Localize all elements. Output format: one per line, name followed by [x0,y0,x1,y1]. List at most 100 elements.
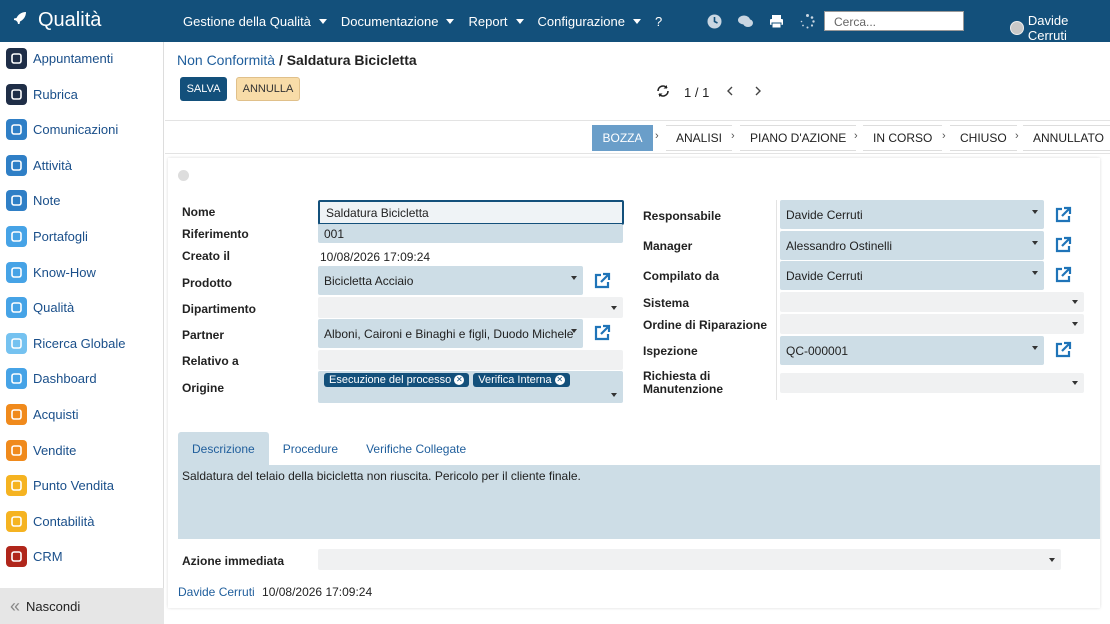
priority-dot[interactable] [178,170,189,181]
rocket-icon [12,9,28,32]
external-link-icon[interactable] [1053,205,1073,225]
refresh-icon[interactable] [656,84,670,101]
tab-procedure[interactable]: Procedure [269,432,352,465]
stage-in-corso[interactable]: IN CORSO [863,125,943,151]
sidebar-item-ricerca-globale[interactable]: Ricerca Globale [6,332,126,354]
chevron-down-icon [446,19,455,24]
menu-gestione-qualita[interactable]: Gestione della Qualità [183,14,327,29]
cancel-button[interactable]: ANNULLA [236,77,300,101]
label-creato: Creato il [182,249,231,263]
sidebar-item-label: Comunicazioni [33,122,119,138]
sidebar-item-dashboard[interactable]: Dashboard [6,368,97,390]
sidebar-item-label: Punto Vendita [33,478,114,494]
tab-descrizione[interactable]: Descrizione [178,432,269,465]
richiesta-select[interactable] [780,373,1084,393]
label-ordine: Ordine di Riparazione [643,318,768,332]
external-link-icon[interactable] [592,323,612,343]
save-button[interactable]: SALVA [180,77,227,101]
close-icon[interactable]: ✕ [454,375,465,385]
ispezione-select[interactable]: QC-000001 [780,336,1044,365]
external-link-icon[interactable] [1053,265,1073,285]
stage-bozza[interactable]: BOZZA [592,125,653,151]
app-brand[interactable]: Qualità [12,9,101,32]
chevron-left-icon[interactable] [723,84,737,101]
sidebar-item-punto-vendita[interactable]: Punto Vendita [6,475,114,497]
user-name: Davide Cerruti [1027,13,1069,43]
sidebar-item-comunicazioni[interactable]: Comunicazioni [6,119,119,141]
sidebar-item-portafogli[interactable]: Portafogli [6,226,88,247]
tab-verifiche-collegate[interactable]: Verifiche Collegate [352,432,480,465]
sidebar-item-vendite[interactable]: Vendite [6,439,76,461]
menu-help[interactable]: ? [655,14,662,29]
sidebar-item-appuntamenti[interactable]: Appuntamenti [6,48,113,69]
stage-annullato[interactable]: ANNULLATO [1023,125,1110,151]
stage-piano-azione[interactable]: PIANO D'AZIONE [740,125,857,151]
label-prodotto: Prodotto [182,276,232,290]
sidebar-item-know-how[interactable]: Know-How [6,261,96,283]
chevron-right-icon[interactable] [751,84,765,101]
sidebar-item-crm[interactable]: CRM [6,546,63,568]
bulb-icon [6,261,27,283]
sidebar: Appuntamenti Rubrica Comunicazioni Attività… [0,42,164,624]
azione-immediata-select[interactable] [318,549,1061,570]
responsabile-select[interactable]: Davide Cerruti [780,200,1044,229]
sidebar-item-rubrica[interactable]: Rubrica [6,83,78,105]
chevron-down-icon [1072,381,1078,385]
label-responsabile: Responsabile [643,209,722,223]
chevron-down-icon [1032,210,1038,214]
dipartimento-select[interactable] [318,297,623,318]
clock-icon[interactable] [706,13,723,30]
sidebar-item-acquisti[interactable]: Acquisti [6,404,79,425]
breadcrumb: Non Conformità / Saldatura Bicicletta [177,52,417,68]
relativo-field[interactable] [318,350,623,370]
origine-tags-field[interactable]: Esecuzione del processo ✕ Verifica Intern… [318,371,623,403]
close-icon[interactable]: ✕ [554,375,565,385]
form-tabs: Descrizione Procedure Verifiche Collegat… [178,432,480,465]
partner-value: Alboni, Caironi e Binaghi e figli, Duodo… [324,326,574,341]
ledger-icon [6,510,27,532]
sidebar-item-qualit[interactable]: Qualità [6,297,74,319]
stage-analisi[interactable]: ANALISI [666,125,733,151]
print-icon[interactable] [768,13,785,30]
chat-icon[interactable] [737,13,754,30]
nome-field[interactable]: Saldatura Bicicletta [318,200,624,225]
footer-user-link[interactable]: Davide Cerruti [178,585,255,599]
manager-select[interactable]: Alessandro Ostinelli [780,231,1044,260]
riferimento-field[interactable]: 001 [318,224,623,243]
ordine-select[interactable] [780,314,1084,334]
external-link-icon[interactable] [592,271,612,291]
description-textarea[interactable]: Saldatura del telaio della bicicletta no… [178,465,1100,539]
external-link-icon[interactable] [1053,340,1073,360]
menu-report[interactable]: Report [468,14,524,29]
sidebar-item-note[interactable]: Note [6,190,61,212]
sidebar-item-label: Note [33,193,61,209]
menu-configurazione[interactable]: Configurazione [538,14,641,29]
status-bar: BOZZA › ANALISI › PIANO D'AZIONE › IN CO… [165,120,1110,154]
chevron-down-icon [611,393,617,397]
pos-icon [6,475,27,497]
breadcrumb-current: Saldatura Bicicletta [286,52,417,68]
breadcrumb-separator: / [278,52,283,68]
sidebar-item-contabilit[interactable]: Contabilità [6,510,94,532]
compilato-select[interactable]: Davide Cerruti [780,261,1044,290]
target-icon [6,297,27,319]
label-richiesta: Richiesta di Manutenzione [643,369,723,396]
hide-sidebar-button[interactable]: « Nascondi [0,588,164,624]
user-menu[interactable]: Davide Cerruti [1010,13,1110,43]
stage-chiuso[interactable]: CHIUSO [950,125,1017,151]
lock-icon [6,226,27,247]
external-link-icon[interactable] [1053,235,1073,255]
search-input[interactable]: Cerca... [824,11,964,31]
sistema-select[interactable] [780,292,1084,312]
calendar-icon [6,48,27,69]
app-title: Qualità [38,9,102,31]
creato-value: 10/08/2026 17:09:24 [320,250,431,264]
sidebar-item-attivit[interactable]: Attività [6,154,72,176]
prodotto-select[interactable]: Bicicletta Acciaio [318,266,583,295]
footer-meta: Davide Cerruti 10/08/2026 17:09:24 [178,585,372,599]
spinner-icon[interactable] [799,13,816,30]
partner-select[interactable]: Alboni, Caironi e Binaghi e figli, Duodo… [318,319,583,348]
chevron-down-icon [571,329,577,333]
menu-documentazione[interactable]: Documentazione [341,14,455,29]
breadcrumb-parent-link[interactable]: Non Conformità [177,52,275,68]
